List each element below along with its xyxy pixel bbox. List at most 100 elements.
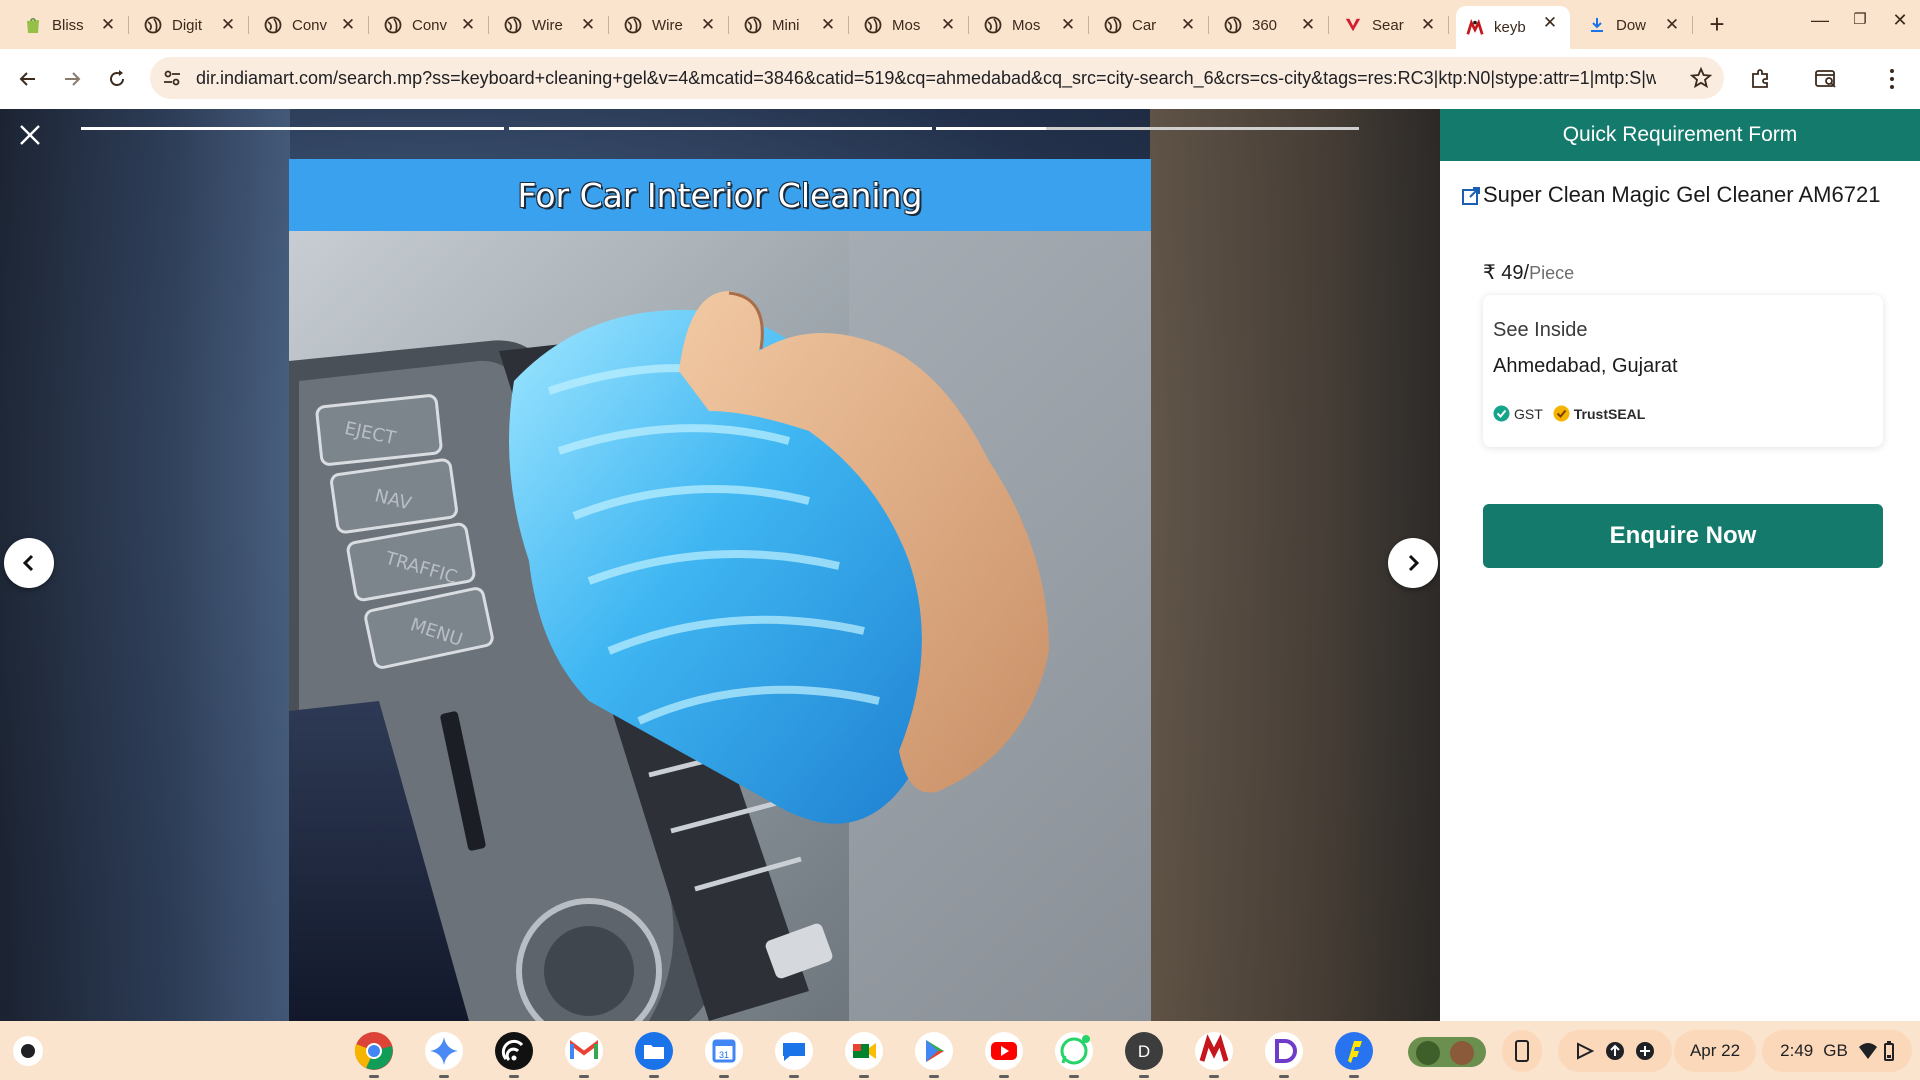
tab-search-icon[interactable] bbox=[1812, 65, 1840, 93]
meet-icon[interactable] bbox=[842, 1029, 886, 1078]
tab-10[interactable]: 360 ✕ bbox=[1214, 8, 1329, 42]
restore-button[interactable]: ❐ bbox=[1848, 10, 1872, 28]
product-name-link[interactable]: Super Clean Magic Gel Cleaner AM6721 bbox=[1483, 179, 1883, 210]
d-purple-app-icon[interactable] bbox=[1262, 1029, 1306, 1078]
tab-title: Conv bbox=[412, 16, 448, 34]
tab-title: Conv bbox=[292, 16, 328, 34]
new-tab-button[interactable]: + bbox=[1704, 11, 1730, 38]
close-tab-icon[interactable]: ✕ bbox=[458, 15, 478, 35]
chrome-icon[interactable] bbox=[352, 1029, 396, 1078]
trustseal-badge: TrustSEAL bbox=[1553, 405, 1645, 422]
site-info-icon[interactable] bbox=[162, 68, 182, 93]
indiamart-icon bbox=[1466, 18, 1484, 37]
close-tab-icon[interactable]: ✕ bbox=[98, 15, 118, 35]
banner-text: For Car Interior Cleaning bbox=[517, 175, 923, 215]
tab-0[interactable]: Bliss ✕ bbox=[14, 8, 129, 42]
tab-4[interactable]: Wire ✕ bbox=[494, 8, 609, 42]
date-text: Apr 22 bbox=[1689, 1041, 1741, 1060]
close-tab-icon[interactable]: ✕ bbox=[1540, 13, 1560, 33]
close-window-button[interactable]: ✕ bbox=[1888, 10, 1912, 31]
close-tab-icon[interactable]: ✕ bbox=[698, 15, 718, 35]
calendar-icon[interactable]: 31 bbox=[702, 1029, 746, 1078]
tab-title: Wire bbox=[652, 16, 683, 34]
youtube-icon[interactable] bbox=[982, 1029, 1026, 1078]
close-tab-icon[interactable]: ✕ bbox=[818, 15, 838, 35]
next-image-button[interactable] bbox=[1388, 538, 1438, 588]
podcasts-icon[interactable] bbox=[492, 1029, 536, 1078]
game-app-icon[interactable] bbox=[1406, 1029, 1488, 1073]
product-image: For Car Interior Cleaning EJECT NAV TRAF… bbox=[289, 159, 1151, 1021]
close-tab-icon[interactable]: ✕ bbox=[1662, 15, 1682, 35]
launcher-icon bbox=[21, 1044, 35, 1058]
forward-button[interactable] bbox=[58, 65, 86, 93]
slide-progress-3 bbox=[936, 127, 1359, 130]
tab-9[interactable]: Car ✕ bbox=[1094, 8, 1209, 42]
files-icon[interactable] bbox=[632, 1029, 676, 1078]
tab-6[interactable]: Mini ✕ bbox=[734, 8, 849, 42]
external-link-icon[interactable] bbox=[1460, 185, 1482, 207]
d-app-icon[interactable]: D bbox=[1122, 1029, 1166, 1078]
tab-13[interactable]: Dow ✕ bbox=[1578, 8, 1693, 42]
launcher-button[interactable] bbox=[13, 1036, 43, 1066]
close-viewer-icon[interactable] bbox=[16, 121, 44, 149]
enquire-now-button[interactable]: Enquire Now bbox=[1483, 504, 1883, 568]
kebab-menu-icon[interactable] bbox=[1878, 65, 1906, 93]
upload-icon bbox=[1606, 1042, 1624, 1060]
os-shelf: 31 D Apr 22 2:49 GB bbox=[0, 1021, 1920, 1080]
close-tab-icon[interactable]: ✕ bbox=[578, 15, 598, 35]
gst-badge: GST bbox=[1493, 405, 1543, 422]
phone-hub-button[interactable] bbox=[1502, 1030, 1542, 1072]
enquire-label: Enquire Now bbox=[1609, 522, 1757, 549]
reload-icon bbox=[110, 70, 124, 86]
shopify-icon bbox=[24, 16, 42, 34]
address-bar[interactable]: dir.indiamart.com/search.mp?ss=keyboard+… bbox=[150, 57, 1724, 99]
previous-image-button[interactable] bbox=[4, 538, 54, 588]
status-icons[interactable] bbox=[1558, 1030, 1672, 1072]
panel-header: Quick Requirement Form bbox=[1440, 109, 1920, 161]
globe-icon bbox=[264, 16, 282, 34]
vijay-sales-icon bbox=[1344, 16, 1362, 34]
flipkart-icon[interactable] bbox=[1332, 1029, 1376, 1078]
close-tab-icon[interactable]: ✕ bbox=[1178, 15, 1198, 35]
minimize-button[interactable]: — bbox=[1808, 10, 1832, 31]
globe-icon bbox=[984, 16, 1002, 34]
chat-icon[interactable] bbox=[772, 1029, 816, 1078]
globe-icon bbox=[384, 16, 402, 34]
image-viewer: For Car Interior Cleaning EJECT NAV TRAF… bbox=[0, 109, 1440, 1021]
globe-icon bbox=[1104, 16, 1122, 34]
back-button[interactable] bbox=[14, 65, 42, 93]
arrow-right-icon bbox=[65, 72, 81, 86]
clock-tray[interactable]: 2:49 GB bbox=[1762, 1030, 1912, 1072]
tab-5[interactable]: Wire ✕ bbox=[614, 8, 729, 42]
close-tab-icon[interactable]: ✕ bbox=[1058, 15, 1078, 35]
bookmark-star-icon[interactable] bbox=[1689, 66, 1713, 94]
tab-11[interactable]: Sear ✕ bbox=[1334, 8, 1449, 42]
tab-7[interactable]: Mos ✕ bbox=[854, 8, 969, 42]
tab-12-active[interactable]: keyb ✕ bbox=[1456, 6, 1570, 49]
date-tray[interactable]: Apr 22 bbox=[1674, 1030, 1756, 1072]
close-tab-icon[interactable]: ✕ bbox=[1298, 15, 1318, 35]
tab-1[interactable]: Digit ✕ bbox=[134, 8, 249, 42]
close-tab-icon[interactable]: ✕ bbox=[218, 15, 238, 35]
globe-icon bbox=[1224, 16, 1242, 34]
close-tab-icon[interactable]: ✕ bbox=[1418, 15, 1438, 35]
whatsapp-icon[interactable] bbox=[1052, 1029, 1096, 1078]
wifi-icon bbox=[1858, 1043, 1877, 1059]
gmail-icon[interactable] bbox=[562, 1029, 606, 1078]
tab-2[interactable]: Conv ✕ bbox=[254, 8, 369, 42]
seller-name[interactable]: See Inside bbox=[1493, 319, 1588, 342]
reload-button[interactable] bbox=[103, 65, 131, 93]
indiamart-app-icon[interactable] bbox=[1192, 1029, 1236, 1078]
tab-3[interactable]: Conv ✕ bbox=[374, 8, 489, 42]
seller-badges: GST TrustSEAL bbox=[1493, 405, 1655, 422]
extensions-icon[interactable] bbox=[1746, 65, 1774, 93]
url-text[interactable]: dir.indiamart.com/search.mp?ss=keyboard+… bbox=[196, 68, 1656, 89]
tab-8[interactable]: Mos ✕ bbox=[974, 8, 1089, 42]
play-store-icon[interactable] bbox=[912, 1029, 956, 1078]
verified-check-icon bbox=[1493, 405, 1510, 422]
close-tab-icon[interactable]: ✕ bbox=[938, 15, 958, 35]
gemini-icon[interactable] bbox=[422, 1029, 466, 1078]
slide-progress-2 bbox=[509, 127, 932, 130]
car-gel-photo: EJECT NAV TRAFFIC MENU bbox=[289, 231, 1151, 1021]
close-tab-icon[interactable]: ✕ bbox=[338, 15, 358, 35]
